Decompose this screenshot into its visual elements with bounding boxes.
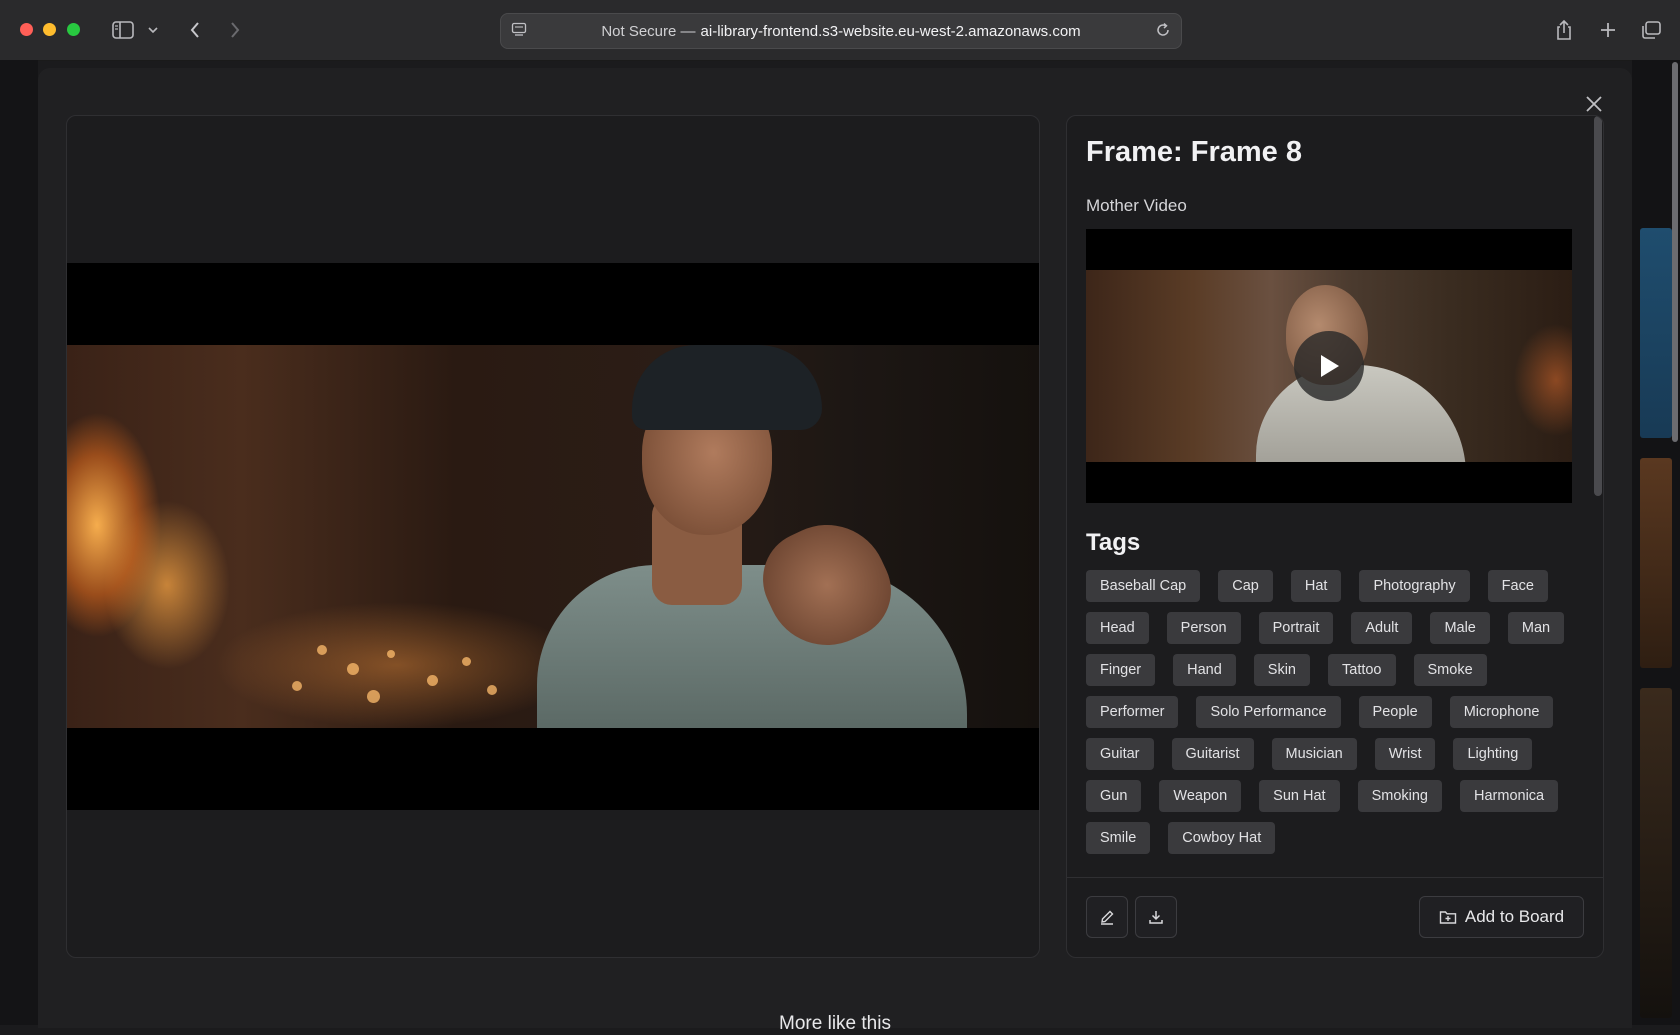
minimize-window-button[interactable] [43,23,56,36]
tag-chip[interactable]: Harmonica [1460,780,1559,812]
pencil-icon [1101,910,1114,925]
page-scrollbar[interactable] [1672,62,1678,442]
tag-chip[interactable]: Guitarist [1171,738,1254,770]
forward-icon[interactable] [225,16,245,44]
tag-chip[interactable]: Baseball Cap [1086,570,1201,602]
tags-list: Baseball Cap Cap Hat Photography Face Head Per… [1086,570,1576,877]
tag-chip[interactable]: Face [1487,570,1548,602]
browser-toolbar: Not Secure — ai-library-frontend.s3-webs… [0,0,1680,61]
background-thumbnail [1640,228,1672,438]
tag-chip[interactable]: Finger [1086,654,1156,686]
mother-video-player[interactable] [1086,229,1572,503]
tag-chip[interactable]: Skin [1253,654,1310,686]
mother-video-label: Mother Video [1086,196,1187,215]
tag-chip[interactable]: Lighting [1453,738,1533,770]
back-icon[interactable] [185,16,205,44]
close-modal-button[interactable] [1580,90,1608,118]
tag-chip[interactable]: Performer [1086,696,1179,728]
tag-chip[interactable]: Solo Performance [1196,696,1341,728]
folder-plus-icon [1439,911,1457,924]
reload-icon[interactable] [1155,22,1171,42]
tag-chip[interactable]: Guitar [1086,738,1154,770]
add-to-board-button[interactable]: Add to Board [1419,896,1584,938]
close-icon [1586,96,1602,112]
tag-chip[interactable]: Person [1166,612,1241,644]
background-thumbnail [1640,458,1672,668]
frame-title: Frame: Frame 8 [1086,136,1302,168]
close-window-button[interactable] [20,23,33,36]
tag-chip[interactable]: Smoke [1413,654,1487,686]
frame-details-panel: Frame: Frame 8 Mother Video Tags Basebal… [1066,115,1604,958]
tag-chip[interactable]: Cap [1218,570,1273,602]
tag-chip[interactable]: Gun [1086,780,1142,812]
tag-chip[interactable]: People [1358,696,1432,728]
frame-image-scene [67,345,1039,728]
edit-button[interactable] [1086,896,1128,938]
tag-chip[interactable]: Smoking [1357,780,1442,812]
tag-chip[interactable]: Microphone [1449,696,1554,728]
download-icon [1149,911,1163,924]
zoom-window-button[interactable] [67,23,80,36]
tag-chip[interactable]: Smile [1086,822,1151,854]
more-like-this-heading: More like this [779,1013,891,1034]
tag-chip[interactable]: Wrist [1374,738,1436,770]
tag-chip[interactable]: Musician [1271,738,1357,770]
tags-heading: Tags [1086,529,1141,556]
sidebar-icon[interactable] [110,16,136,44]
footer-divider [1067,877,1603,878]
tag-chip[interactable]: Hat [1290,570,1342,602]
tag-chip[interactable]: Man [1507,612,1565,644]
tag-chip[interactable]: Tattoo [1328,654,1396,686]
share-icon[interactable] [1552,16,1576,44]
add-to-board-label: Add to Board [1464,907,1565,926]
details-scrollbar[interactable] [1594,116,1602,496]
site-info-icon[interactable] [511,22,527,42]
frame-image [67,263,1039,810]
play-button[interactable] [1294,331,1364,401]
download-button[interactable] [1135,896,1177,938]
frame-preview-panel [66,115,1040,958]
chevron-down-icon[interactable] [146,16,160,44]
new-tab-icon[interactable] [1596,16,1620,44]
tag-chip[interactable]: Adult [1351,612,1413,644]
tabs-overview-icon[interactable] [1638,16,1664,44]
tag-chip[interactable]: Male [1430,612,1490,644]
tag-chip[interactable]: Photography [1359,570,1470,602]
background-thumbnail [1640,688,1672,1018]
url-security-label: Not Secure — [601,22,696,40]
tag-chip[interactable]: Sun Hat [1259,780,1340,812]
tag-chip[interactable]: Cowboy Hat [1168,822,1276,854]
tag-chip[interactable]: Hand [1173,654,1236,686]
frame-detail-modal: Frame: Frame 8 Mother Video Tags Basebal… [38,68,1632,1034]
tag-chip[interactable]: Portrait [1258,612,1334,644]
url-host: ai-library-frontend.s3-website.eu-west-2… [700,22,1081,40]
background-page-left [0,60,38,1025]
address-bar[interactable]: Not Secure — ai-library-frontend.s3-webs… [500,13,1182,49]
tag-chip[interactable]: Head [1086,612,1149,644]
tag-chip[interactable]: Weapon [1159,780,1242,812]
play-icon [1321,355,1339,377]
